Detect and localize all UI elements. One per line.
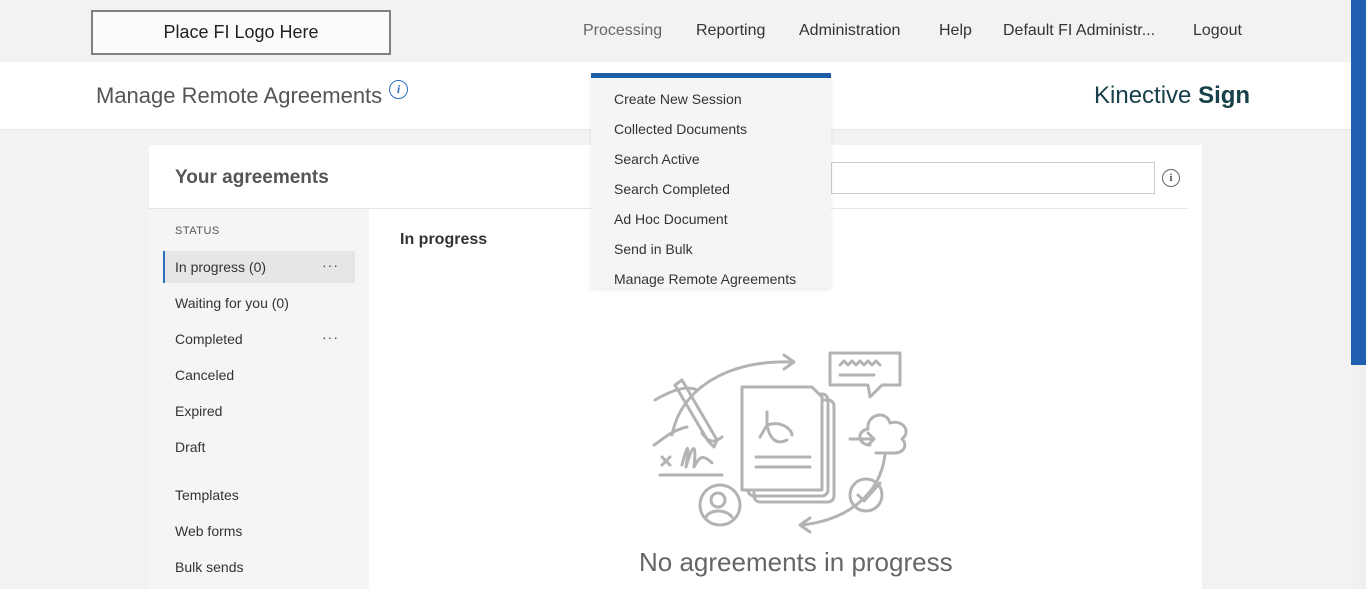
scrollbar-thumb[interactable] (1351, 0, 1366, 365)
menu-item-create-new-session[interactable]: Create New Session (614, 91, 742, 107)
fi-logo-placeholder[interactable]: Place FI Logo Here (91, 10, 391, 55)
nav-reporting[interactable]: Reporting (696, 22, 765, 40)
nav-logout[interactable]: Logout (1193, 22, 1242, 40)
menu-item-search-active[interactable]: Search Active (614, 151, 700, 167)
info-icon[interactable]: i (1162, 169, 1180, 187)
menu-item-collected-documents[interactable]: Collected Documents (614, 121, 747, 137)
sidebar-item-label: Bulk sends (175, 559, 244, 575)
more-icon[interactable]: ··· (322, 258, 339, 272)
status-sidebar: STATUS In progress (0) ··· Waiting for y… (149, 209, 369, 589)
menu-item-ad-hoc-document[interactable]: Ad Hoc Document (614, 211, 728, 227)
nav-processing[interactable]: Processing (583, 22, 662, 40)
sidebar-item-label: Web forms (175, 523, 243, 539)
sidebar-item-draft[interactable]: Draft (163, 431, 355, 463)
sidebar-item-label: Templates (175, 487, 239, 503)
sidebar-item-label: Expired (175, 403, 223, 419)
nav-administration[interactable]: Administration (799, 22, 900, 40)
card-title: Your agreements (175, 167, 329, 188)
nav-help[interactable]: Help (939, 22, 972, 40)
more-icon[interactable]: ··· (322, 330, 339, 344)
brand-prefix: Kinective (1094, 82, 1192, 109)
processing-dropdown-menu: Create New Session Collected Documents S… (591, 73, 831, 288)
sidebar-item-web-forms[interactable]: Web forms (163, 515, 355, 547)
search-input[interactable] (831, 162, 1155, 194)
page-scrollbar[interactable] (1351, 0, 1366, 589)
sidebar-item-expired[interactable]: Expired (163, 395, 355, 427)
sidebar-item-label: Completed (175, 331, 243, 347)
sidebar-item-label: In progress (0) (175, 259, 267, 275)
brand-logo: Kinective Sign (1094, 82, 1250, 110)
sidebar-item-canceled[interactable]: Canceled (163, 359, 355, 391)
sidebar-item-label: Waiting for you (0) (175, 295, 289, 311)
sidebar-item-waiting[interactable]: Waiting for you (0) (163, 287, 355, 319)
menu-item-search-completed[interactable]: Search Completed (614, 181, 730, 197)
top-nav: Place FI Logo Here Processing Reporting … (0, 0, 1351, 62)
sidebar-item-templates[interactable]: Templates (163, 479, 355, 511)
sidebar-item-label: Canceled (175, 367, 235, 383)
menu-item-send-in-bulk[interactable]: Send in Bulk (614, 241, 693, 257)
sidebar-item-completed[interactable]: Completed ··· (163, 323, 355, 355)
brand-bold: Sign (1198, 82, 1251, 109)
menu-item-manage-remote-agreements[interactable]: Manage Remote Agreements (614, 271, 796, 287)
info-icon[interactable]: i (389, 80, 408, 99)
sidebar-item-label: Draft (175, 439, 206, 455)
sidebar-item-in-progress[interactable]: In progress (0) ··· (163, 251, 355, 283)
status-label: STATUS (175, 225, 220, 237)
content-heading: In progress (400, 231, 488, 248)
page-title: Manage Remote Agreements (96, 83, 383, 108)
empty-state-illustration (652, 351, 908, 534)
nav-user-menu[interactable]: Default FI Administr... (1003, 22, 1155, 40)
empty-state-message: No agreements in progress (639, 547, 953, 577)
sidebar-item-bulk-sends[interactable]: Bulk sends (163, 551, 355, 583)
